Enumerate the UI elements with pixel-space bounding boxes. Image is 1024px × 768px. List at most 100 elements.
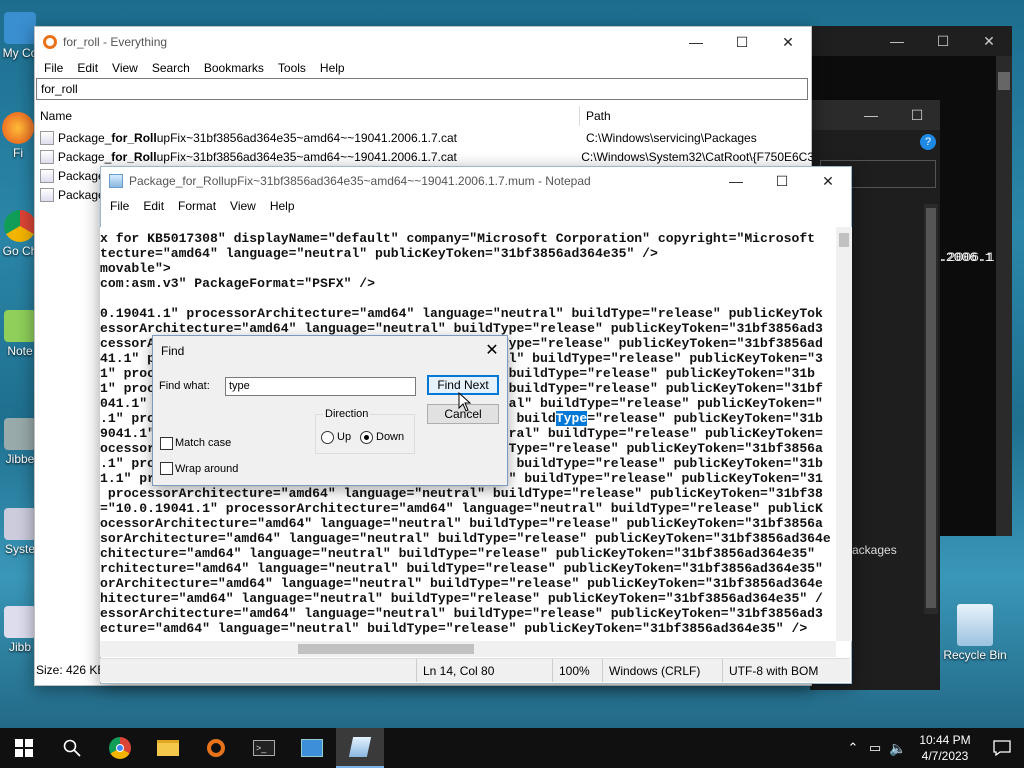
clock-date: 4/7/2023 [921,749,969,763]
close-button[interactable]: ✕ [805,166,851,196]
everything-status-size: Size: 426 KB, [36,663,109,677]
file-name-match: for_Roll [111,130,157,145]
notification-icon [993,740,1011,756]
maximize-button[interactable]: ☐ [719,27,765,57]
search-input[interactable]: for_roll [36,78,808,100]
maximize-button[interactable]: ☐ [894,100,940,130]
file-name-match: for_Roll [111,149,157,164]
menu-view[interactable]: View [105,61,145,75]
background-window-titlebar: — ☐ [810,100,940,130]
taskbar-everything[interactable] [192,728,240,768]
notepad-icon [348,737,372,757]
clock-time: 10:44 PM [919,733,971,747]
menu-file[interactable]: File [37,61,70,75]
taskbar-file-explorer[interactable] [144,728,192,768]
minimize-button[interactable]: — [848,100,894,130]
menu-edit[interactable]: Edit [70,61,105,75]
menu-tools[interactable]: Tools [271,61,313,75]
scrollbar-thumb[interactable] [998,72,1010,90]
file-icon [40,130,54,145]
menu-file[interactable]: File [103,199,136,213]
text-line: ecture="amd64" language="neutral" buildT… [100,621,808,636]
match-case-checkbox[interactable] [160,437,173,450]
scrollbar[interactable] [924,204,938,614]
find-dialog[interactable]: Find ✕ Find what: type Find Next Cancel … [152,335,508,486]
taskbar-terminal[interactable]: >_ [240,728,288,768]
direction-up-label: Up [337,431,352,443]
close-button[interactable]: ✕ [765,27,811,57]
desktop-icon-label: Go Ch [2,244,38,258]
folder-icon [157,740,179,756]
scrollbar-thumb[interactable] [298,644,474,654]
file-name: Package [58,187,105,202]
jibb-icon [4,606,36,638]
chrome-icon [4,210,36,242]
terminal-scrollbar[interactable] [996,56,1012,536]
file-icon [40,187,54,202]
clock[interactable]: 10:44 PM 4/7/2023 [910,732,980,764]
scrollbar-thumb[interactable] [926,208,936,608]
window-title: Package_for_RollupFix~31bf3856ad364e35~a… [129,174,591,188]
line-ending: Windows (CRLF) [602,659,722,682]
everything-titlebar: for_roll - Everything — ☐ ✕ [35,27,811,57]
desktop-icon-label: Fi [13,146,23,160]
text-line: com:asm.v3" PackageFormat="PSFX" /> [100,276,376,291]
status-bar: Ln 14, Col 80 100% Windows (CRLF) UTF-8 … [100,658,850,682]
close-button[interactable]: ✕ [481,340,503,362]
menu-help[interactable]: Help [313,61,352,75]
show-hidden-icons-icon[interactable]: ⌃ [842,728,864,768]
help-icon[interactable]: ? [920,134,936,150]
minimize-button[interactable]: — [713,166,759,196]
taskbar-notepad[interactable] [336,728,384,768]
app-icon [301,739,323,757]
volume-icon[interactable]: 🔈 [886,728,910,768]
horizontal-scrollbar[interactable] [100,641,836,657]
system-icon [4,508,36,540]
taskbar-app[interactable] [288,728,336,768]
direction-label: Direction [323,408,371,420]
text-line: chitecture="amd64" language="neutral" bu… [100,546,816,561]
network-icon[interactable]: ▭ [864,728,886,768]
taskbar-chrome[interactable] [96,728,144,768]
minimize-button[interactable]: — [874,26,920,56]
notepadpp-icon [4,310,36,342]
file-name: upFix~31bf3856ad364e35~amd64~~19041.2006… [156,149,457,164]
column-header-path[interactable]: Path [582,106,812,126]
file-name: Package [58,168,105,183]
menu-edit[interactable]: Edit [136,199,171,213]
menu-bookmarks[interactable]: Bookmarks [197,61,271,75]
menu-format[interactable]: Format [171,199,223,213]
direction-down-radio[interactable] [360,431,373,444]
wrap-around-checkbox[interactable] [160,462,173,475]
firefox-icon [2,112,34,144]
minimize-button[interactable]: — [673,27,719,57]
desktop-icon-label: My Co [2,46,38,60]
vertical-scrollbar[interactable] [836,227,852,641]
direction-up-radio[interactable] [321,431,334,444]
scrollbar-thumb[interactable] [839,233,849,247]
maximize-button[interactable]: ☐ [759,166,805,196]
find-what-input[interactable]: type [225,377,416,396]
search-icon [63,739,81,757]
menu-view[interactable]: View [223,199,263,213]
column-header-name[interactable]: Name [36,106,580,126]
desktop-icon-firefox[interactable]: Fi [0,112,36,160]
midwin-text-gradient: .2006.1 [938,250,993,265]
text-line: ="10.0.19041.1" processorArchitecture="a… [100,501,823,516]
start-button[interactable] [0,728,48,768]
maximize-button[interactable]: ☐ [920,26,966,56]
desktop-icon-recycle-bin[interactable]: Recycle Bin [938,604,1012,662]
menu-help[interactable]: Help [263,199,302,213]
list-item[interactable]: Package_for_RollupFix~31bf3856ad364e35~a… [36,147,812,166]
search-button[interactable] [48,728,96,768]
notifications-button[interactable] [980,728,1024,768]
text-line: processorArchitecture="amd64" language="… [100,486,823,501]
menu-search[interactable]: Search [145,61,197,75]
file-name: Package_ [57,149,112,164]
file-name: upFix~31bf3856ad364e35~amd64~~19041.2006… [156,130,457,145]
close-button[interactable]: ✕ [966,26,1012,56]
windows-logo-icon [15,739,33,757]
match-case-label: Match case [175,437,232,449]
text-line: sorArchitecture="amd64" language="neutra… [100,531,831,546]
list-item[interactable]: Package_for_RollupFix~31bf3856ad364e35~a… [36,128,812,147]
